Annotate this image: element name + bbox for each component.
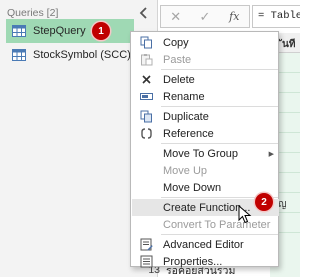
mouse-cursor-icon bbox=[238, 205, 252, 224]
menu-item-duplicate[interactable]: Duplicate bbox=[132, 108, 279, 125]
delete-icon bbox=[140, 73, 153, 86]
query-item-stocksymbol[interactable]: StockSymbol (SCC) bbox=[6, 43, 134, 67]
copy-icon bbox=[140, 36, 153, 49]
formula-input[interactable]: = Table bbox=[252, 5, 300, 28]
power-query-editor: Queries [2] StepQuery StockSymbol (SCC) … bbox=[0, 0, 300, 277]
menu-item-label: Move Down bbox=[163, 181, 222, 194]
menu-item-label: Paste bbox=[163, 53, 192, 66]
menu-separator bbox=[161, 143, 278, 144]
menu-item-label: Convert To Parameter bbox=[163, 218, 271, 231]
collapse-queries-button[interactable] bbox=[133, 4, 155, 22]
menu-item-advanced-editor[interactable]: Advanced Editor bbox=[132, 236, 279, 253]
menu-item-properties[interactable]: Properties... bbox=[132, 253, 279, 270]
formula-bar-buttons: ✕ ✓ fx bbox=[160, 5, 250, 28]
menu-item-label: Reference bbox=[163, 127, 214, 140]
query-item-label: StepQuery bbox=[33, 25, 86, 37]
grid-cell[interactable]: ญ bbox=[278, 197, 287, 212]
menu-item-paste[interactable]: Paste bbox=[132, 51, 279, 68]
rename-icon bbox=[140, 90, 153, 103]
menu-item-label: Properties... bbox=[163, 255, 223, 268]
context-menu: Copy Paste Delete Rename Duplicate Refer… bbox=[130, 31, 279, 270]
menu-separator bbox=[161, 234, 278, 235]
table-icon bbox=[12, 49, 26, 61]
menu-item-delete[interactable]: Delete bbox=[132, 71, 279, 88]
queries-header: Queries [2] bbox=[7, 7, 59, 19]
menu-item-label: Advanced Editor bbox=[163, 238, 244, 251]
menu-item-label: Rename bbox=[163, 90, 205, 103]
fx-button[interactable]: fx bbox=[220, 6, 249, 27]
menu-item-label: Move To Group bbox=[163, 147, 239, 160]
step-badge: 2 bbox=[255, 193, 273, 211]
query-item-label: StockSymbol (SCC) bbox=[33, 49, 131, 61]
properties-icon bbox=[140, 255, 153, 268]
step-badge: 1 bbox=[92, 22, 110, 40]
duplicate-icon bbox=[140, 110, 153, 123]
menu-item-label: Move Up bbox=[163, 164, 208, 177]
check-icon[interactable]: ✓ bbox=[190, 6, 219, 27]
column-header[interactable]: ันที bbox=[282, 37, 295, 52]
menu-item-move-to-group[interactable]: Move To Group ▶ bbox=[132, 145, 279, 162]
menu-item-convert-to-parameter[interactable]: Convert To Parameter bbox=[132, 216, 279, 233]
close-icon[interactable]: ✕ bbox=[161, 6, 190, 27]
menu-item-label: Delete bbox=[163, 73, 195, 86]
menu-separator bbox=[161, 106, 278, 107]
table-icon bbox=[12, 25, 26, 37]
chevron-right-icon: ▶ bbox=[268, 150, 274, 158]
reference-icon bbox=[140, 127, 153, 140]
menu-item-copy[interactable]: Copy bbox=[132, 34, 279, 51]
menu-item-move-up[interactable]: Move Up bbox=[132, 162, 279, 179]
paste-icon bbox=[140, 53, 153, 66]
query-item-stepquery[interactable]: StepQuery bbox=[6, 19, 134, 43]
menu-item-move-down[interactable]: Move Down bbox=[132, 179, 279, 196]
menu-item-label: Duplicate bbox=[163, 110, 209, 123]
chevron-left-icon bbox=[139, 7, 147, 19]
advanced-editor-icon bbox=[140, 238, 153, 251]
menu-item-reference[interactable]: Reference bbox=[132, 125, 279, 142]
menu-item-label: Copy bbox=[163, 36, 189, 49]
menu-separator bbox=[161, 69, 278, 70]
menu-item-rename[interactable]: Rename bbox=[132, 88, 279, 105]
